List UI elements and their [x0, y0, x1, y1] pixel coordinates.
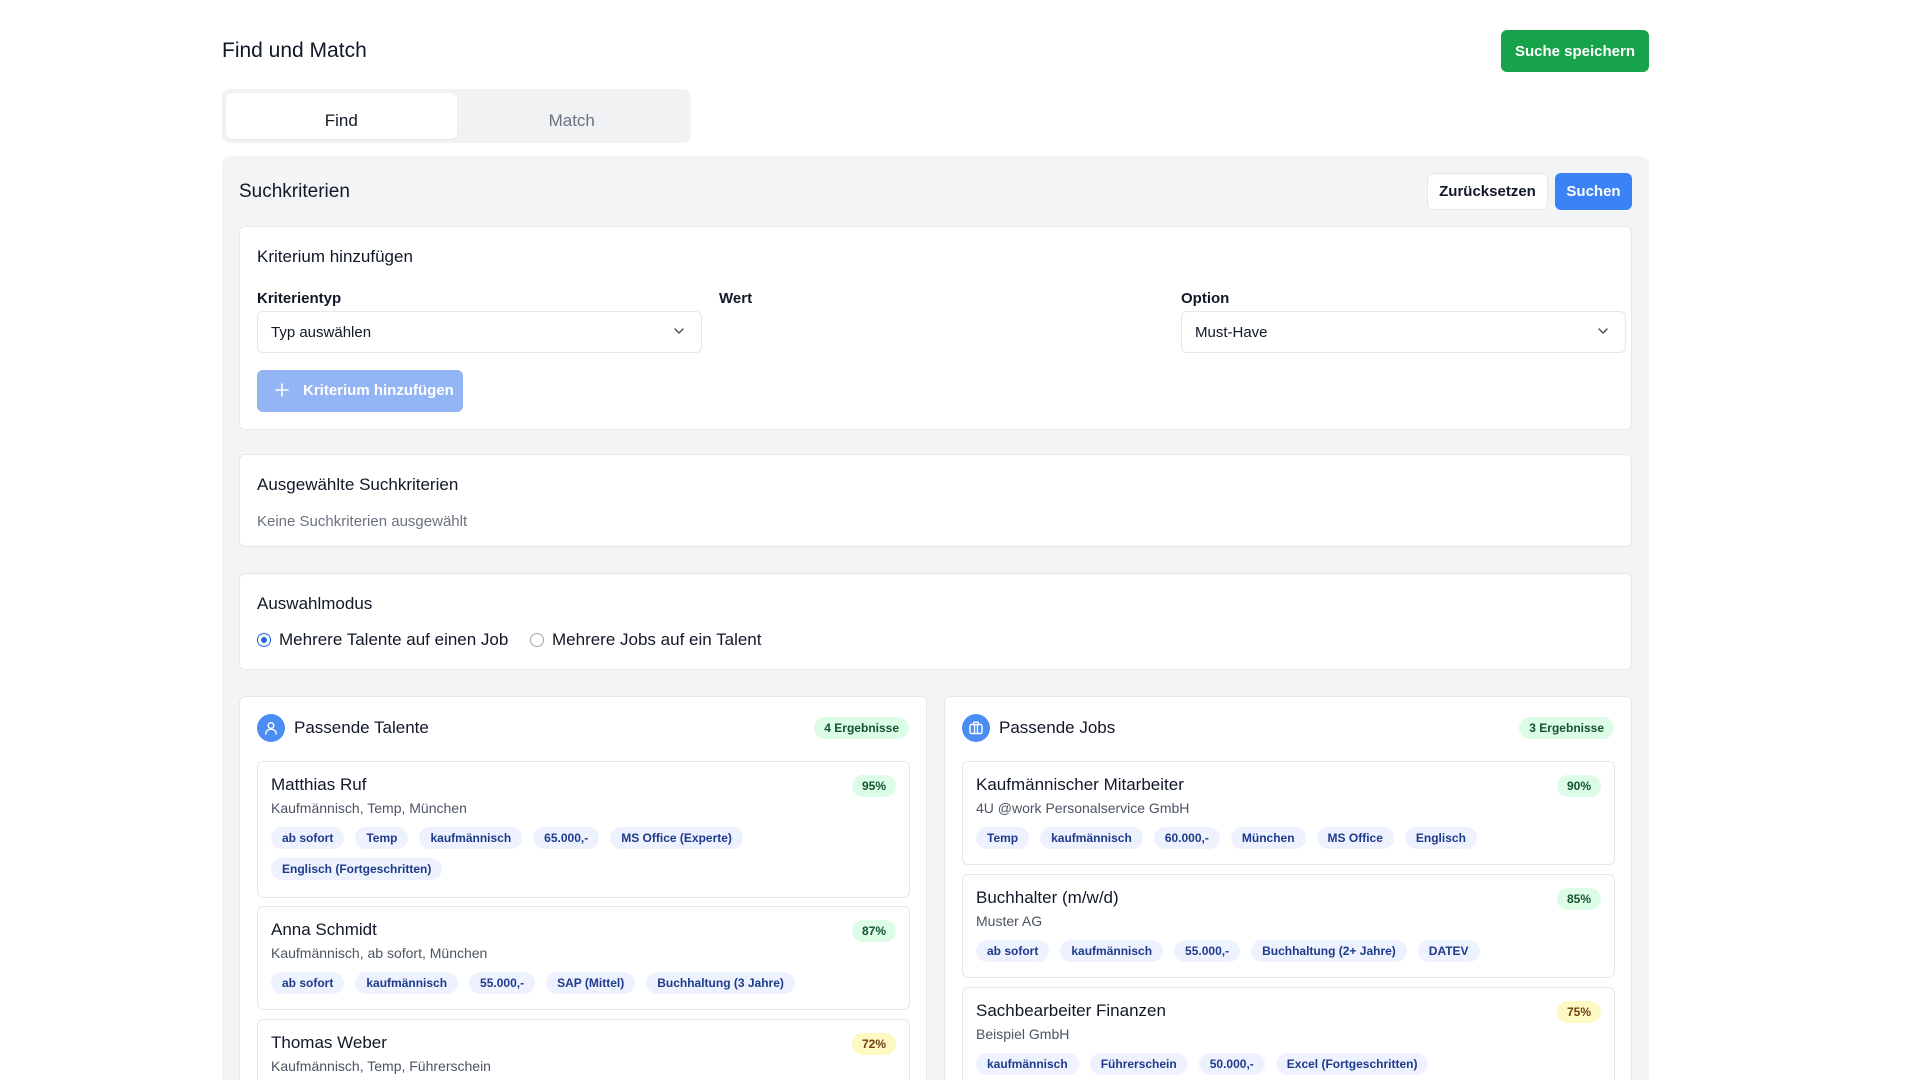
match-score-badge: 75% — [1556, 1001, 1601, 1023]
mode-option-talents[interactable]: Mehrere Talente auf einen Job — [257, 630, 508, 650]
result-count-badge: 4 Ergebnisse — [814, 717, 909, 739]
tag: Temp — [976, 827, 1030, 849]
tag: Excel (Fortgeschritten) — [1275, 1053, 1429, 1075]
selection-mode-title: Auswahlmodus — [257, 594, 373, 613]
tag: MS Office (Experte) — [610, 827, 743, 849]
matching-jobs-title: Passende Jobs — [999, 718, 1116, 737]
tag: 55.000,- — [469, 972, 536, 994]
radio-button-checked[interactable] — [257, 633, 271, 647]
tab-bar: Find Match — [222, 89, 691, 143]
talent-card[interactable]: Thomas Weber Kaufmännisch, Temp, Führers… — [257, 1019, 910, 1080]
save-search-button[interactable]: Suche speichern — [1501, 30, 1649, 72]
search-panel-title: Suchkriterien — [239, 181, 350, 202]
tag: kaufmännisch — [355, 972, 459, 994]
talent-summary: Kaufmännisch, Temp, München — [271, 800, 467, 816]
matching-jobs-panel: Passende Jobs 3 Ergebnisse Kaufmännische… — [944, 696, 1632, 1080]
selected-criteria-empty: Keine Suchkriterien ausgewählt — [257, 513, 468, 530]
job-company: 4U @work Personalservice GmbH — [976, 800, 1190, 816]
talent-card[interactable]: Matthias Ruf Kaufmännisch, Temp, München… — [257, 761, 910, 898]
tag: Englisch (Fortgeschritten) — [271, 858, 443, 880]
result-count-badge: 3 Ergebnisse — [1519, 717, 1614, 739]
add-criterion-card: Kriterium hinzufügen Kriterientyp Typ au… — [239, 226, 1632, 430]
page-header: Find und Match Suche speichern — [222, 30, 1649, 74]
tag-list: Temp kaufmännisch 60.000,- München MS Of… — [976, 827, 1596, 849]
tag: 65.000,- — [533, 827, 600, 849]
talent-name: Thomas Weber — [271, 1033, 387, 1052]
match-score-badge: 85% — [1556, 888, 1601, 910]
user-icon — [257, 714, 285, 742]
search-button[interactable]: Suchen — [1555, 173, 1632, 210]
tab-match[interactable]: Match — [457, 93, 688, 139]
match-score-badge: 90% — [1556, 775, 1601, 797]
radio-button[interactable] — [530, 633, 544, 647]
tag: 50.000,- — [1198, 1053, 1265, 1075]
add-criterion-button-label: Kriterium hinzufügen — [303, 382, 454, 399]
job-title: Kaufmännischer Mitarbeiter — [976, 775, 1184, 794]
add-criterion-title: Kriterium hinzufügen — [257, 247, 413, 266]
job-card[interactable]: Kaufmännischer Mitarbeiter 4U @work Pers… — [962, 761, 1615, 865]
job-company: Beispiel GmbH — [976, 1026, 1070, 1042]
criterion-type-select[interactable]: Typ auswählen — [257, 311, 702, 353]
tag-list: ab sofort Temp kaufmännisch 65.000,- MS … — [271, 827, 891, 880]
talent-summary: Kaufmännisch, Temp, Führerschein — [271, 1058, 491, 1074]
add-criterion-button[interactable]: Kriterium hinzufügen — [257, 370, 463, 412]
match-score-badge: 87% — [851, 920, 896, 942]
matching-talents-panel: Passende Talente 4 Ergebnisse Matthias R… — [239, 696, 927, 1080]
tag: kaufmännisch — [976, 1053, 1079, 1075]
chevron-down-icon — [1598, 328, 1608, 334]
tag: DATEV — [1417, 940, 1480, 962]
tab-find[interactable]: Find — [226, 93, 457, 139]
tag: 60.000,- — [1153, 827, 1220, 849]
tag: kaufmännisch — [1040, 827, 1143, 849]
mode-option-label: Mehrere Jobs auf ein Talent — [552, 630, 762, 649]
option-select[interactable]: Must-Have — [1181, 311, 1626, 353]
talent-name: Matthias Ruf — [271, 775, 367, 794]
match-score-badge: 72% — [851, 1033, 896, 1055]
tag: ab sofort — [976, 940, 1050, 962]
mode-option-jobs[interactable]: Mehrere Jobs auf ein Talent — [530, 630, 761, 650]
tag: kaufmännisch — [1060, 940, 1164, 962]
tag: Buchhaltung (2+ Jahre) — [1251, 940, 1407, 962]
job-card[interactable]: Buchhalter (m/w/d) Muster AG 85% ab sofo… — [962, 874, 1615, 978]
job-card[interactable]: Sachbearbeiter Finanzen Beispiel GmbH 75… — [962, 987, 1615, 1080]
job-company: Muster AG — [976, 913, 1043, 929]
tag: ab sofort — [271, 827, 345, 849]
tag: Buchhaltung (3 Jahre) — [646, 972, 795, 994]
briefcase-icon — [962, 714, 990, 742]
tag: 55.000,- — [1174, 940, 1241, 962]
plus-icon — [275, 383, 289, 397]
tag: kaufmännisch — [419, 827, 523, 849]
matching-talents-title: Passende Talente — [294, 718, 429, 737]
selected-criteria-title: Ausgewählte Suchkriterien — [257, 475, 459, 494]
page-title: Find und Match — [222, 39, 367, 62]
talent-card[interactable]: Anna Schmidt Kaufmännisch, ab sofort, Mü… — [257, 906, 910, 1010]
selection-mode-card: Auswahlmodus Mehrere Talente auf einen J… — [239, 573, 1632, 670]
page: Find und Match Suche speichern Find Matc… — [0, 0, 1920, 1080]
tag-list: kaufmännisch Führerschein 50.000,- Excel… — [976, 1053, 1596, 1075]
tag: SAP (Mittel) — [546, 972, 636, 994]
reset-button[interactable]: Zurücksetzen — [1427, 173, 1548, 210]
value-label: Wert — [719, 290, 753, 307]
tag-list: ab sofort kaufmännisch 55.000,- Buchhalt… — [976, 940, 1596, 962]
tag: ab sofort — [271, 972, 345, 994]
criterion-type-value: Typ auswählen — [271, 324, 372, 341]
talent-summary: Kaufmännisch, ab sofort, München — [271, 945, 488, 961]
search-panel: Suchkriterien Zurücksetzen Suchen Kriter… — [222, 156, 1649, 1080]
option-label: Option — [1181, 290, 1230, 307]
job-title: Sachbearbeiter Finanzen — [976, 1001, 1166, 1020]
mode-option-label: Mehrere Talente auf einen Job — [279, 630, 509, 649]
tag: MS Office — [1316, 827, 1394, 849]
tag: Führerschein — [1089, 1053, 1188, 1075]
option-value: Must-Have — [1195, 324, 1268, 341]
chevron-down-icon — [674, 328, 684, 334]
job-title: Buchhalter (m/w/d) — [976, 888, 1119, 907]
tag: Englisch — [1404, 827, 1477, 849]
tag: München — [1230, 827, 1306, 849]
talent-name: Anna Schmidt — [271, 920, 377, 939]
criterion-type-label: Kriterientyp — [257, 290, 342, 307]
match-score-badge: 95% — [851, 775, 896, 797]
tag: Temp — [355, 827, 409, 849]
tag-list: ab sofort kaufmännisch 55.000,- SAP (Mit… — [271, 972, 891, 994]
selected-criteria-card: Ausgewählte Suchkriterien Keine Suchkrit… — [239, 454, 1632, 547]
